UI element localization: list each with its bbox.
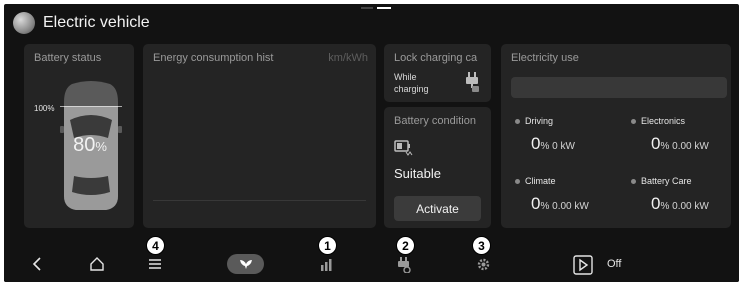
battery-care-unit: % 0.00 kW	[660, 201, 709, 212]
lock-charging-title: Lock charging ca	[394, 52, 478, 64]
lock-charging-state: While charging	[394, 71, 429, 95]
energy-history-title: Energy consumption hist	[153, 52, 274, 64]
driving-dot-icon	[515, 118, 520, 124]
electricity-distribution-bar	[511, 77, 727, 98]
electricity-use-title: Electricity use	[511, 52, 579, 64]
ev-screen: Electric vehicle Battery status 100% 80%…	[4, 4, 739, 282]
callout-4: 4	[146, 236, 165, 255]
climate-label: Climate	[525, 176, 556, 186]
leaf-icon	[239, 260, 252, 269]
callout-3: 3	[472, 236, 491, 255]
battery-condition-panel: Battery condition Suitable Activate	[384, 107, 491, 228]
electricity-item-climate: Climate 0% 0.00 kW	[515, 176, 589, 213]
gear-icon[interactable]	[476, 257, 491, 272]
callout-2: 2	[396, 236, 415, 255]
energy-unit-label: km/kWh	[328, 52, 368, 64]
lock-charging-state-line1: While	[394, 72, 417, 82]
climate-dot-icon	[515, 178, 520, 184]
battery-care-dot-icon	[631, 178, 636, 184]
plug-settings-icon[interactable]	[397, 257, 411, 273]
header: Electric vehicle	[4, 4, 739, 42]
battery-level-value: 80	[73, 134, 96, 156]
lock-charging-state-line2: charging	[394, 84, 429, 94]
driving-unit: % 0 kW	[540, 141, 575, 152]
chart-baseline	[153, 200, 366, 201]
electricity-item-driving: Driving 0% 0 kW	[515, 116, 575, 153]
ev-mode-button[interactable]	[227, 254, 264, 274]
battery-level-unit: %	[95, 139, 107, 154]
toggle-state-label: Off	[607, 258, 622, 270]
driving-label: Driving	[525, 116, 554, 126]
climate-unit: % 0.00 kW	[540, 201, 589, 212]
activate-button[interactable]: Activate	[394, 196, 481, 221]
electronics-dot-icon	[631, 118, 636, 124]
battery-status-title: Battery status	[34, 52, 102, 64]
page-indicator-inactive	[361, 7, 373, 9]
electricity-item-electronics: Electronics 0% 0.00 kW	[631, 116, 709, 153]
lock-charging-panel[interactable]: Lock charging ca While charging	[384, 44, 491, 102]
page-title: Electric vehicle	[43, 14, 150, 31]
battery-full-label: 100%	[34, 104, 55, 113]
bottom-nav-bar: Off	[4, 246, 739, 282]
electronics-unit: % 0.00 kW	[660, 141, 709, 152]
electronics-label: Electronics	[641, 116, 686, 126]
callout-1: 1	[318, 236, 337, 255]
menu-icon[interactable]	[148, 257, 162, 271]
electricity-use-panel[interactable]: Electricity use Driving 0% 0 kW Electron…	[501, 44, 731, 228]
ev-logo-icon	[13, 12, 35, 34]
play-icon[interactable]	[573, 255, 593, 275]
bar-chart-icon[interactable]	[320, 257, 334, 271]
battery-status-panel[interactable]: Battery status 100% 80%	[24, 44, 134, 228]
electricity-item-battery-care: Battery Care 0% 0.00 kW	[631, 176, 709, 213]
battery-care-label: Battery Care	[641, 176, 692, 186]
battery-heater-icon	[394, 140, 413, 156]
battery-level-readout: 80%	[24, 134, 134, 157]
energy-history-panel[interactable]: Energy consumption hist km/kWh	[143, 44, 376, 228]
battery-condition-status: Suitable	[394, 166, 441, 181]
page-indicator-active	[377, 7, 391, 9]
battery-condition-title: Battery condition	[394, 115, 476, 127]
home-icon[interactable]	[90, 257, 104, 271]
plug-lock-icon	[466, 72, 479, 92]
back-icon[interactable]	[32, 257, 42, 271]
